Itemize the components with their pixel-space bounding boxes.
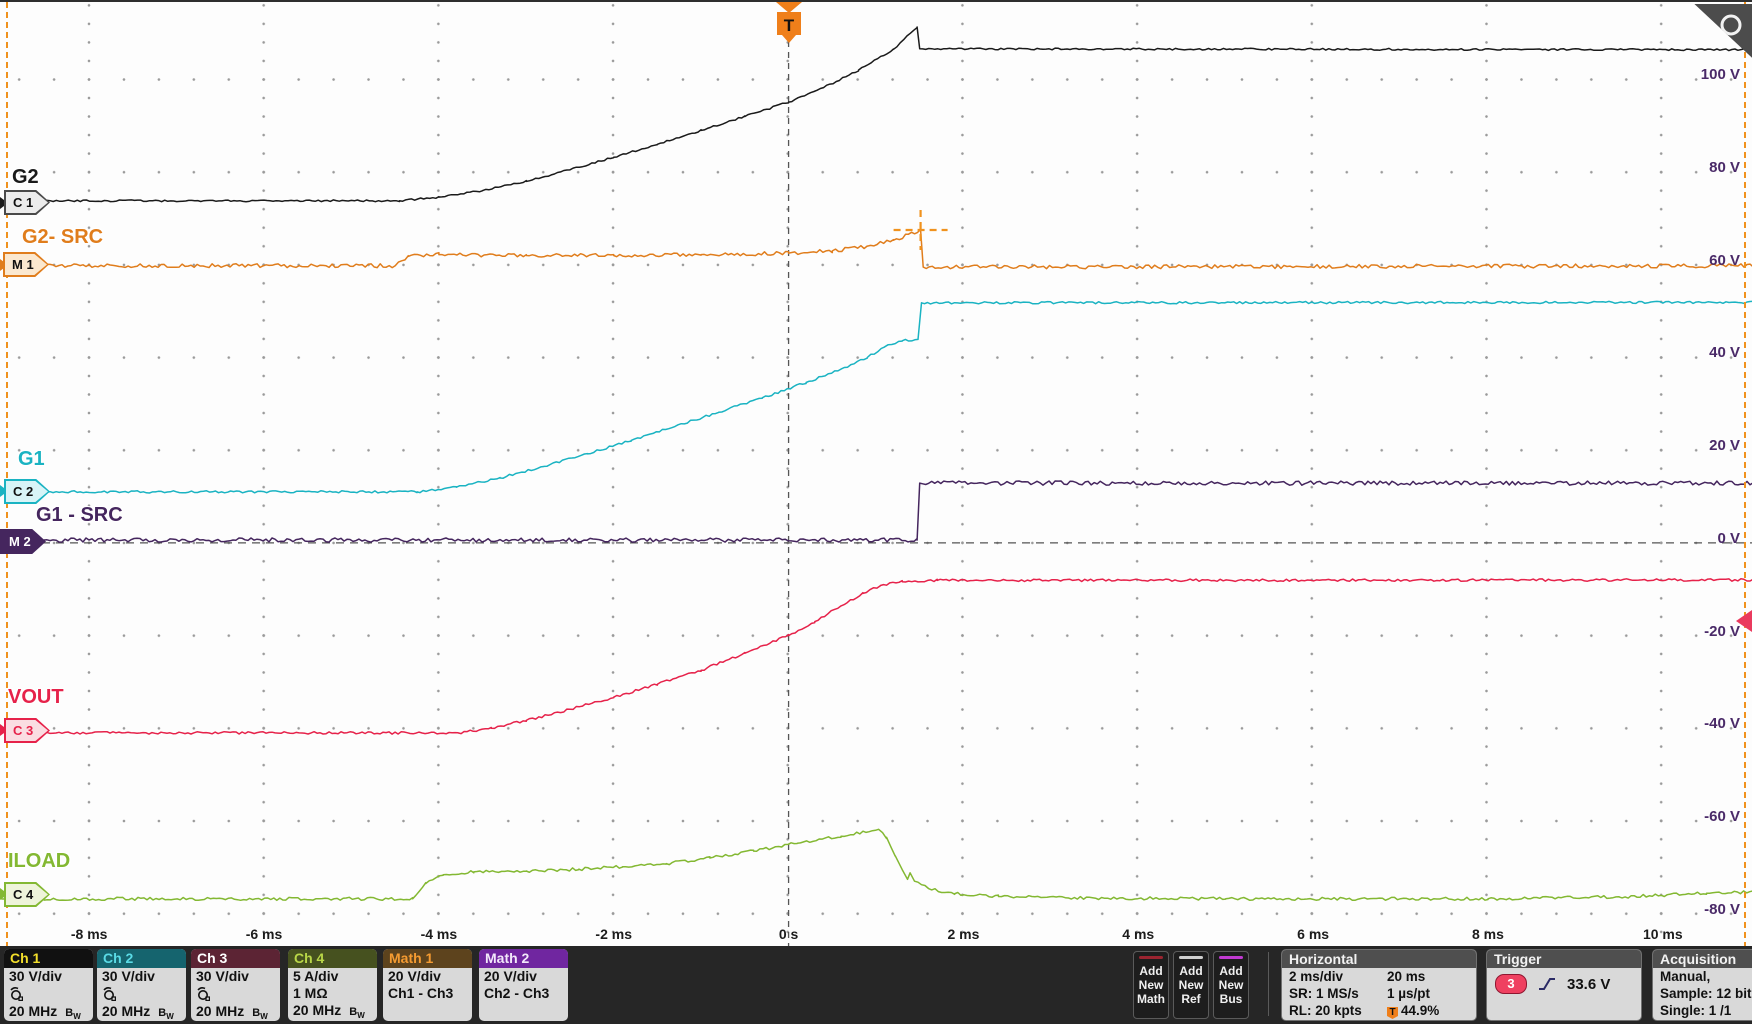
- add-new-ref-button[interactable]: Add New Ref: [1173, 951, 1209, 1019]
- trigger-panel-title: Trigger: [1487, 950, 1641, 968]
- math2-expression: Ch2 - Ch3: [479, 985, 568, 1002]
- channel-badge-ch1[interactable]: Ch 1 30 V/div 20 MHz BW: [4, 949, 93, 1021]
- horizontal-panel[interactable]: Horizontal 2 ms/div20 ms SR: 1 MS/s1 µs/…: [1281, 949, 1477, 1021]
- trace-label-iload: ILOAD: [8, 850, 70, 873]
- plot-left-border: [6, 2, 8, 946]
- trace-ch3-vout: [0, 579, 1752, 734]
- channel-badge-ch3[interactable]: Ch 3 30 V/div 20 MHz BW: [191, 949, 280, 1021]
- ch3-title: Ch 3: [191, 949, 280, 968]
- time-tick-label: 10 ms: [1623, 926, 1703, 942]
- volt-tick-label: 100 V: [1701, 65, 1740, 85]
- trigger-position-icon: T: [1387, 1007, 1398, 1019]
- rising-edge-icon: [1537, 976, 1557, 992]
- bw-limit-icon: BW: [65, 1005, 81, 1021]
- math1-scale: 20 V/div: [383, 968, 472, 985]
- trace-m2-g1src: [0, 481, 1752, 542]
- acquisition-panel-title: Acquisition: [1653, 950, 1752, 968]
- ch3-bandwidth: 20 MHz: [196, 1003, 244, 1020]
- trigger-panel[interactable]: Trigger 3 33.6 V: [1486, 949, 1642, 1021]
- volt-tick-label: 40 V: [1709, 343, 1740, 363]
- trigger-position-marker[interactable]: T: [775, 2, 803, 43]
- bw-limit-icon: BW: [349, 1004, 365, 1021]
- acquisition-panel[interactable]: Acquisition Manual,Ar Sample: 12 bit Sin…: [1652, 949, 1752, 1021]
- volt-tick-label: 80 V: [1709, 158, 1740, 178]
- channel-badge-ch4[interactable]: Ch 4 5 A/div 1 MΩ 20 MHz BW: [288, 949, 377, 1021]
- ch4-scale: 5 A/div: [288, 968, 377, 985]
- volt-tick-label: 60 V: [1709, 251, 1740, 271]
- probe-icon: [102, 986, 117, 1001]
- horizontal-panel-title: Horizontal: [1282, 950, 1476, 968]
- channel-badge-ch2[interactable]: Ch 2 30 V/div 20 MHz BW: [97, 949, 186, 1021]
- time-tick-label: -6 ms: [224, 926, 304, 942]
- ch1-scale: 30 V/div: [4, 968, 93, 985]
- ch4-impedance: 1 MΩ: [288, 985, 377, 1002]
- add-new-bus-button[interactable]: Add New Bus: [1213, 951, 1249, 1019]
- volt-tick-label: -20 V: [1704, 622, 1740, 642]
- volt-tick-label: -60 V: [1704, 807, 1740, 827]
- time-tick-label: -8 ms: [49, 926, 129, 942]
- time-tick-label: -4 ms: [399, 926, 479, 942]
- waveform-traces: [0, 2, 1752, 946]
- waveform-display[interactable]: G2 C 1 G2- SRC M 1 G1 C 2 G1 - SRC M 2 V…: [0, 0, 1752, 946]
- ch2-scale: 30 V/div: [97, 968, 186, 985]
- trace-label-g2: G2: [12, 166, 39, 189]
- ch4-bandwidth: 20 MHz: [293, 1002, 341, 1019]
- volt-tick-label: 0 V: [1717, 529, 1740, 549]
- oscilloscope-screen: G2 C 1 G2- SRC M 1 G1 C 2 G1 - SRC M 2 V…: [0, 0, 1752, 1024]
- ch1-title: Ch 1: [4, 949, 93, 968]
- time-tick-label: 0 s: [749, 926, 829, 942]
- bar-divider: [1268, 952, 1269, 1016]
- math2-badge[interactable]: Math 2 20 V/div Ch2 - Ch3: [479, 949, 568, 1021]
- volt-tick-label: 20 V: [1709, 436, 1740, 456]
- ch1-bandwidth: 20 MHz: [9, 1003, 57, 1020]
- trace-label-g1: G1: [18, 448, 45, 471]
- probe-icon: [196, 986, 211, 1001]
- volt-tick-label: -80 V: [1704, 900, 1740, 920]
- ch4-title: Ch 4: [288, 949, 377, 968]
- trace-m1-g2src: [0, 229, 1752, 268]
- ch2-title: Ch 2: [97, 949, 186, 968]
- probe-icon: [9, 986, 24, 1001]
- trace-ch2-g1: [0, 301, 1752, 493]
- trigger-level-arrow-tail: [1746, 617, 1752, 625]
- time-tick-label: -2 ms: [574, 926, 654, 942]
- math2-scale: 20 V/div: [479, 968, 568, 985]
- math1-expression: Ch1 - Ch3: [383, 985, 472, 1002]
- time-tick-label: 4 ms: [1098, 926, 1178, 942]
- trace-label-g1-src: G1 - SRC: [36, 504, 123, 527]
- ch2-bandwidth: 20 MHz: [102, 1003, 150, 1020]
- bw-limit-icon: BW: [158, 1005, 174, 1021]
- volt-tick-label: -40 V: [1704, 714, 1740, 734]
- ch3-scale: 30 V/div: [191, 968, 280, 985]
- time-tick-label: 2 ms: [923, 926, 1003, 942]
- trace-label-vout: VOUT: [8, 686, 64, 709]
- math1-title: Math 1: [383, 949, 472, 968]
- math2-title: Math 2: [479, 949, 568, 968]
- trace-ch1-g2: [0, 27, 1752, 202]
- math1-badge[interactable]: Math 1 20 V/div Ch1 - Ch3: [383, 949, 472, 1021]
- trace-ch4-iload: [0, 829, 1752, 900]
- trigger-source-badge: 3: [1495, 974, 1527, 994]
- time-tick-label: 8 ms: [1448, 926, 1528, 942]
- time-tick-label: 6 ms: [1273, 926, 1353, 942]
- bw-limit-icon: BW: [252, 1005, 268, 1021]
- add-new-math-button[interactable]: Add New Math: [1133, 951, 1169, 1019]
- trigger-t-glyph: T: [784, 16, 794, 35]
- trigger-level-value: 33.6 V: [1567, 976, 1610, 993]
- plot-right-border: [1744, 2, 1746, 946]
- trace-label-g2-src: G2- SRC: [22, 226, 103, 249]
- scope-settings-bar: Ch 1 30 V/div 20 MHz BW Ch 2 30 V/div 20 …: [0, 946, 1752, 1024]
